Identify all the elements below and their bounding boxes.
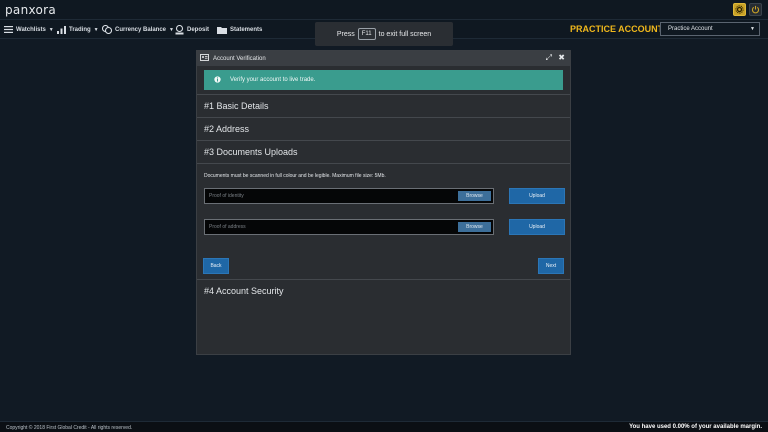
chevron-down-icon: ▼ [93,26,99,33]
browse-identity-button[interactable]: Browse [458,191,491,201]
modal-title: Account Verification [213,55,266,62]
chevron-down-icon: ▼ [750,26,755,32]
menu-trading[interactable]: Trading ▼ [57,20,99,39]
section-basic-details[interactable]: #1 Basic Details [197,94,570,117]
chevron-down-icon: ▼ [48,26,54,33]
verify-alert: Verify your account to live trade. [204,70,563,90]
id-card-icon [200,54,209,63]
alert-text: Verify your account to live trade. [230,77,316,83]
list-icon [4,26,13,33]
menu-deposit[interactable]: Deposit [175,20,209,39]
close-icon[interactable]: ✖ [558,53,565,62]
browse-address-button[interactable]: Browse [458,222,491,232]
section-account-security[interactable]: #4 Account Security [197,279,570,302]
proof-of-address-field[interactable]: Proof of address Browse [204,219,494,235]
chevron-down-icon: ▼ [169,26,174,33]
app-logo: panxora [5,3,57,17]
account-verification-modal: Account Verification ⤢ ✖ Verify your acc… [196,50,571,355]
menu-watchlists[interactable]: Watchlists ▼ [4,20,54,39]
power-icon[interactable] [749,3,762,16]
back-button[interactable]: Back [203,258,229,274]
account-select-value: Practice Account [668,26,713,32]
copyright-text: Copyright © 2018 First Global Credit - A… [6,425,133,431]
footer: Copyright © 2018 First Global Credit - A… [0,421,768,432]
coins-icon [102,25,112,34]
folder-icon [217,26,227,34]
toast-text-after: to exit full screen [378,30,432,38]
section-address[interactable]: #2 Address [197,117,570,140]
menu-statements-label: Statements [230,26,263,33]
fullscreen-toast: Press F11 to exit full screen [315,22,453,46]
info-icon [214,75,221,85]
account-select[interactable]: Practice Account ▼ [660,22,760,36]
deposit-icon [175,24,184,35]
expand-icon[interactable]: ⤢ [546,53,552,63]
upload-identity-button[interactable]: Upload [509,188,565,204]
menu-watchlists-label: Watchlists [16,26,46,33]
documents-hint: Documents must be scanned in full colour… [204,173,386,179]
documents-panel: Documents must be scanned in full colour… [197,163,570,279]
proof-of-identity-field[interactable]: Proof of identity Browse [204,188,494,204]
proof-of-address-placeholder: Proof of address [209,224,246,230]
toast-key: F11 [357,28,376,40]
section-documents-uploads[interactable]: #3 Documents Uploads [197,140,570,163]
menu-currency-balance-label: Currency Balance [115,26,167,33]
top-icons [733,3,762,16]
margin-usage-text: You have used 0.00% of your available ma… [629,424,762,430]
settings-icon[interactable] [733,3,746,16]
menu-trading-label: Trading [69,26,91,33]
menu-currency-balance[interactable]: Currency Balance ▼ [102,20,174,39]
menu-deposit-label: Deposit [187,26,210,33]
modal-header: Account Verification ⤢ ✖ [197,51,570,66]
menu-statements[interactable]: Statements [217,20,262,39]
top-bar: panxora [0,0,768,20]
bar-chart-icon [57,25,66,34]
upload-address-button[interactable]: Upload [509,219,565,235]
next-button[interactable]: Next [538,258,564,274]
toast-text-before: Press [336,30,355,38]
practice-account-label: PRACTICE ACCOUNT [570,24,664,34]
proof-of-identity-placeholder: Proof of identity [209,193,244,199]
